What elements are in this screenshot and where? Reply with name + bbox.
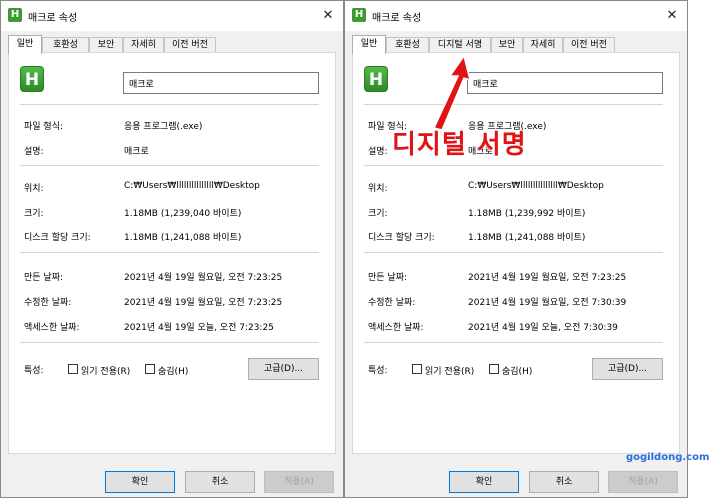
size-value: 1.18MB (1,239,992 바이트)	[468, 209, 586, 219]
location-label: 위치:	[24, 184, 44, 194]
attributes-label: 특성:	[368, 366, 388, 376]
attributes-label: 특성:	[24, 366, 44, 376]
accessed-label: 액세스한 날짜:	[24, 323, 80, 333]
ok-button[interactable]: 확인	[449, 471, 519, 493]
modified-label: 수정한 날짜:	[368, 298, 416, 308]
window-title: 매크로 속성	[372, 13, 422, 24]
advanced-button[interactable]: 고급(D)...	[592, 358, 663, 380]
watermark: gogildong.com	[626, 452, 710, 463]
app-icon: H	[8, 8, 22, 22]
description-label: 설명:	[368, 147, 388, 157]
title-bar[interactable]: H 매크로 속성 ✕	[1, 1, 343, 31]
general-tab-panel: H 파일 형식: 응용 프로그램(.exe) 설명: 매크로 위치: C:₩Us…	[8, 52, 336, 454]
file-type-value: 응용 프로그램(.exe)	[124, 122, 203, 132]
size-on-disk-value: 1.18MB (1,241,088 바이트)	[124, 233, 242, 243]
tab-details[interactable]: 자세히	[523, 37, 563, 53]
separator	[364, 165, 663, 166]
readonly-label: 읽기 전용(R)	[425, 367, 475, 377]
hidden-checkbox[interactable]	[145, 364, 155, 374]
close-icon[interactable]: ✕	[313, 1, 343, 31]
tab-security[interactable]: 보안	[89, 37, 123, 53]
separator	[20, 342, 319, 343]
separator	[364, 342, 663, 343]
advanced-button[interactable]: 고급(D)...	[248, 358, 319, 380]
tab-compatibility[interactable]: 호환성	[386, 37, 429, 53]
accessed-label: 액세스한 날짜:	[368, 323, 424, 333]
app-icon-large: H	[364, 66, 388, 92]
hidden-label: 숨김(H)	[158, 367, 189, 377]
apply-button[interactable]: 적용(A)	[608, 471, 678, 493]
ok-button[interactable]: 확인	[105, 471, 175, 493]
app-icon: H	[352, 8, 366, 22]
readonly-label: 읽기 전용(R)	[81, 367, 131, 377]
tab-general[interactable]: 일반	[8, 35, 42, 54]
created-value: 2021년 4월 19일 월요일, 오전 7:23:25	[124, 273, 283, 283]
tab-digital-signature[interactable]: 디지털 서명	[429, 37, 491, 53]
created-label: 만든 날짜:	[368, 273, 408, 283]
size-on-disk-value: 1.18MB (1,241,088 바이트)	[468, 233, 586, 243]
description-label: 설명:	[24, 147, 44, 157]
location-label: 위치:	[368, 184, 388, 194]
modified-value: 2021년 4월 19일 월요일, 오전 7:23:25	[124, 298, 283, 308]
file-type-label: 파일 형식:	[24, 122, 64, 132]
description-value: 매크로	[124, 147, 149, 157]
properties-dialog-right: H 매크로 속성 ✕ 일반 호환성 디지털 서명 보안 자세히 이전 버전 H …	[344, 0, 688, 498]
created-label: 만든 날짜:	[24, 273, 64, 283]
cancel-button[interactable]: 취소	[185, 471, 255, 493]
cancel-button[interactable]: 취소	[529, 471, 599, 493]
tab-compatibility[interactable]: 호환성	[42, 37, 89, 53]
readonly-checkbox[interactable]	[412, 364, 422, 374]
separator	[20, 165, 319, 166]
properties-dialog-left: H 매크로 속성 ✕ 일반 호환성 보안 자세히 이전 버전 H 파일 형식: …	[0, 0, 344, 498]
separator	[20, 252, 319, 253]
size-label: 크기:	[24, 209, 44, 219]
created-value: 2021년 4월 19일 월요일, 오전 7:23:25	[468, 273, 627, 283]
modified-value: 2021년 4월 19일 월요일, 오전 7:30:39	[468, 298, 627, 308]
tab-general[interactable]: 일반	[352, 35, 386, 54]
separator	[20, 104, 319, 105]
window-title: 매크로 속성	[28, 13, 78, 24]
modified-label: 수정한 날짜:	[24, 298, 72, 308]
accessed-value: 2021년 4월 19일 오늘, 오전 7:30:39	[468, 323, 618, 333]
separator	[364, 252, 663, 253]
hidden-label: 숨김(H)	[502, 367, 533, 377]
annotation-label: 디지털 서명	[392, 130, 527, 161]
size-value: 1.18MB (1,239,040 바이트)	[124, 209, 242, 219]
tab-security[interactable]: 보안	[491, 37, 523, 53]
hidden-checkbox[interactable]	[489, 364, 499, 374]
size-on-disk-label: 디스크 할당 크기:	[24, 233, 91, 243]
separator	[364, 104, 663, 105]
general-tab-panel: H 파일 형식: 응용 프로그램(.exe) 설명: 매크로 위치: C:₩Us…	[352, 52, 680, 454]
location-value: C:₩Users₩lllllllllllllll₩Desktop	[124, 181, 260, 191]
close-icon[interactable]: ✕	[657, 1, 687, 31]
up-arrow-icon	[432, 54, 472, 131]
size-label: 크기:	[368, 209, 388, 219]
accessed-value: 2021년 4월 19일 오늘, 오전 7:23:25	[124, 323, 274, 333]
tab-previous-versions[interactable]: 이전 버전	[563, 37, 615, 53]
apply-button[interactable]: 적용(A)	[264, 471, 334, 493]
app-icon-large: H	[20, 66, 44, 92]
location-value: C:₩Users₩lllllllllllllll₩Desktop	[468, 181, 604, 191]
title-bar[interactable]: H 매크로 속성 ✕	[345, 1, 687, 31]
tab-previous-versions[interactable]: 이전 버전	[164, 37, 216, 53]
filename-input[interactable]	[467, 72, 663, 94]
size-on-disk-label: 디스크 할당 크기:	[368, 233, 435, 243]
readonly-checkbox[interactable]	[68, 364, 78, 374]
tab-details[interactable]: 자세히	[123, 37, 164, 53]
filename-input[interactable]	[123, 72, 319, 94]
